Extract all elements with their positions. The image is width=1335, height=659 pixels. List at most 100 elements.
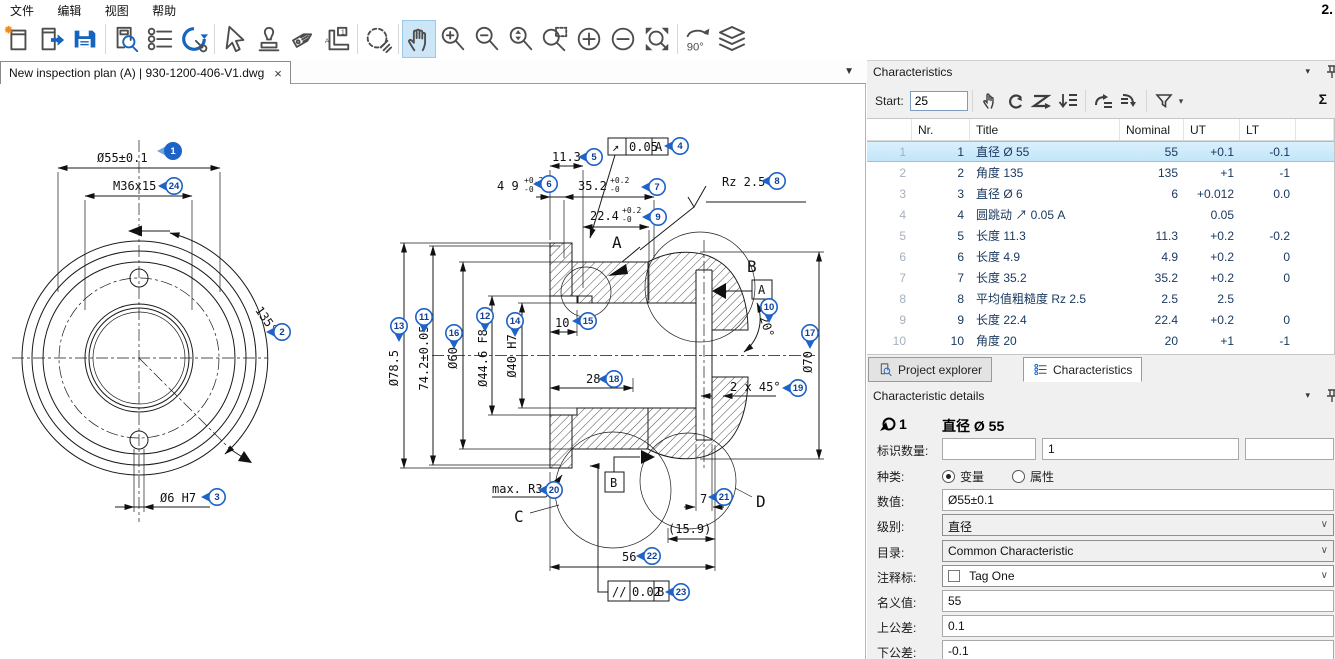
hand-icon [404, 23, 434, 55]
balloon-17[interactable]: 17 [802, 325, 818, 349]
radio-variable[interactable]: 变量 [942, 468, 984, 485]
table-row[interactable]: 3 3 直径 Ø 6 6 +0.012 0.0 [867, 183, 1334, 204]
id-quantity-input-1[interactable] [942, 438, 1036, 460]
zoom-fit-button[interactable] [640, 20, 674, 58]
balloon-18[interactable]: 18 [598, 371, 622, 387]
table-row[interactable]: 5 5 长度 11.3 11.3 +0.2 -0.2 [867, 225, 1334, 246]
dim-diameter-70: Ø70 [801, 351, 815, 373]
balloon-22[interactable]: 22 [636, 548, 660, 564]
row-title: 直径 Ø 55 [970, 143, 1120, 160]
balloon-16[interactable]: 16 [446, 325, 462, 349]
details-panel-caret-icon[interactable]: ▾ [1305, 390, 1310, 401]
characteristics-list-button[interactable] [143, 20, 177, 58]
nominal-input[interactable] [942, 590, 1334, 612]
balloon-7[interactable]: 7 [641, 179, 665, 195]
tag-tool-button[interactable] [286, 20, 320, 58]
zoom-plus-button[interactable] [572, 20, 606, 58]
tab-close-icon[interactable]: × [274, 66, 282, 81]
start-input[interactable] [910, 91, 968, 111]
balloon-13[interactable]: 13 [391, 318, 407, 342]
table-row[interactable]: 1 1 直径 Ø 55 55 +0.1 -0.1 [867, 141, 1334, 162]
balloon-3[interactable]: 3 [201, 489, 225, 505]
pin-icon[interactable] [1325, 388, 1335, 404]
select-tool-button[interactable] [218, 20, 252, 58]
header-lt[interactable]: LT [1240, 119, 1296, 140]
dwg-document-tab[interactable]: New inspection plan (A) | 930-1200-406-V… [0, 61, 291, 84]
tab-characteristics[interactable]: Characteristics [1023, 357, 1142, 382]
lower-tolerance-input[interactable] [942, 640, 1334, 659]
filter-button[interactable] [1152, 88, 1177, 114]
pin-icon[interactable] [1325, 64, 1335, 80]
statistics-sigma-button[interactable]: Σ [1319, 91, 1327, 107]
update-settings-button[interactable] [177, 20, 211, 58]
table-row[interactable]: 4 4 圆跳动 ↗ 0.05 A 0.05 [867, 204, 1334, 225]
zoom-minus-button[interactable] [606, 20, 640, 58]
table-row[interactable]: 7 7 长度 35.2 35.2 +0.2 0 [867, 267, 1334, 288]
balloon-15[interactable]: 15 [572, 313, 596, 329]
insert-characteristic-button[interactable] [1091, 88, 1116, 114]
rotate-90-button[interactable]: 90° [681, 20, 715, 58]
radio-attribute[interactable]: 属性 [1012, 468, 1054, 485]
zigzag-order-button[interactable] [1030, 88, 1055, 114]
row-lt: 0.0 [1240, 187, 1296, 201]
tab-project-explorer-label: Project explorer [898, 363, 982, 377]
balloon-19[interactable]: 19 [782, 380, 806, 396]
table-row[interactable]: 10 10 角度 20 20 +1 -1 [867, 330, 1334, 351]
refresh-wrench-icon [179, 23, 209, 55]
value-input[interactable] [942, 489, 1334, 511]
open-plan-button[interactable] [34, 20, 68, 58]
insert-sub-characteristic-button[interactable] [1117, 88, 1142, 114]
balloon-5[interactable]: 5 [578, 149, 602, 165]
dim-diameter-60: Ø60 [446, 347, 460, 369]
zoom-window-button[interactable] [538, 20, 572, 58]
id-quantity-input-3[interactable] [1245, 438, 1334, 460]
table-row[interactable]: 9 9 长度 22.4 22.4 +0.2 0 [867, 309, 1334, 330]
balloon-24[interactable]: 24 [158, 178, 182, 194]
tab-list-dropdown-icon[interactable]: ▼ [844, 66, 854, 77]
characteristics-panel-caret-icon[interactable]: ▾ [1305, 66, 1310, 77]
header-ut[interactable]: UT [1184, 119, 1240, 140]
header-nr[interactable]: Nr. [912, 119, 970, 140]
level-select[interactable]: 直径 ∨ [942, 514, 1334, 536]
balloon-21[interactable]: 21 [708, 489, 732, 505]
dim-max-r3: max. R3 [492, 482, 543, 496]
lasso-region-button[interactable] [361, 20, 395, 58]
dim-4-9-tol-low: -0 [524, 185, 534, 194]
tag-select[interactable]: Tag One ∨ [942, 565, 1334, 587]
id-quantity-input-2[interactable] [1042, 438, 1239, 460]
header-title[interactable]: Title [970, 119, 1120, 140]
header-nominal[interactable]: Nominal [1120, 119, 1184, 140]
table-row[interactable]: 6 6 长度 4.9 4.9 +0.2 0 [867, 246, 1334, 267]
find-in-plan-button[interactable] [109, 20, 143, 58]
project-explorer-icon [878, 362, 893, 377]
row-index: 5 [867, 229, 912, 243]
drawing-canvas[interactable]: Ø55±0.1 M36x15 135° Ø6 H7 [0, 84, 866, 659]
zoom-in-button[interactable] [436, 20, 470, 58]
layers-button[interactable] [715, 20, 749, 58]
save-button[interactable] [68, 20, 102, 58]
zoom-dynamic-button[interactable] [504, 20, 538, 58]
table-row[interactable]: 2 2 角度 135 135 +1 -1 [867, 162, 1334, 183]
renumber-button[interactable] [1004, 88, 1029, 114]
new-plan-button[interactable] [0, 20, 34, 58]
table-row[interactable]: 8 8 平均值粗糙度 Rz 2.5 2.5 2.5 [867, 288, 1334, 309]
row-title: 圆跳动 ↗ 0.05 A [970, 206, 1120, 223]
balloon-9[interactable]: 9 [642, 209, 666, 225]
balloon-1[interactable]: 1 [157, 143, 181, 159]
tab-project-explorer[interactable]: Project explorer [868, 357, 992, 382]
corner-dimension-button[interactable]: 1 A [320, 20, 354, 58]
pick-tool-button[interactable] [978, 88, 1003, 114]
zoom-out-button[interactable] [470, 20, 504, 58]
pan-tool-button[interactable] [402, 20, 436, 58]
row-nr: 4 [912, 208, 970, 222]
svg-text:24: 24 [169, 181, 180, 192]
catalog-select[interactable]: Common Characteristic ∨ [942, 540, 1334, 562]
balloon-14[interactable]: 14 [507, 313, 523, 337]
header-index-column[interactable] [867, 119, 912, 140]
filter-caret-icon[interactable]: ▾ [1179, 96, 1184, 107]
upper-tolerance-input[interactable] [942, 615, 1334, 637]
sort-button[interactable] [1056, 88, 1081, 114]
stamp-tool-button[interactable] [252, 20, 286, 58]
tag-checkbox[interactable] [948, 570, 960, 582]
balloon-12[interactable]: 12 [477, 308, 493, 332]
